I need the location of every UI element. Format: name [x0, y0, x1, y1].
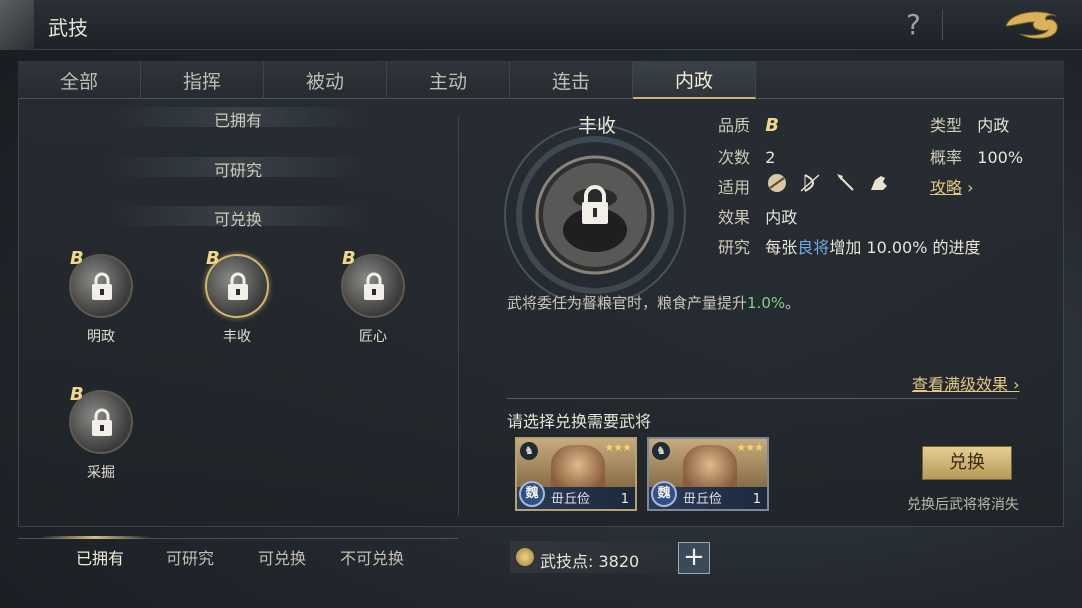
lock-icon — [364, 272, 384, 300]
choose-general-label: 请选择兑换需要武将 — [507, 412, 652, 431]
tab-passive[interactable]: 被动 — [264, 61, 387, 99]
general-card[interactable]: ♞ ★★★ 魏 毌丘俭 1 — [515, 437, 637, 511]
grade-badge: B — [70, 384, 84, 405]
description-text: 武将委任为督粮官时，粮食产量提升 — [507, 294, 748, 312]
lock-icon — [92, 272, 112, 300]
top-bar: 武技 ? — [0, 0, 1082, 50]
rate-label: 概率 — [930, 148, 963, 167]
skill-item[interactable]: B 丰收 — [202, 248, 272, 346]
filter-researchable[interactable]: 可研究 — [166, 545, 214, 569]
skill-name: 匠心 — [359, 329, 387, 345]
tab-active[interactable]: 主动 — [387, 61, 510, 99]
effect-row: 效果 内政 — [718, 204, 797, 228]
bottom-tab-indicator — [40, 536, 150, 539]
tab-combo[interactable]: 连击 — [510, 61, 633, 99]
research-row: 研究 每张良将增加 10.00% 的进度 — [718, 234, 981, 258]
skill-name: 明政 — [87, 329, 115, 345]
skill-name: 丰收 — [223, 329, 251, 345]
lock-icon — [92, 408, 112, 436]
cavalry-icon: ♞ — [652, 442, 670, 460]
full-effect-link[interactable]: 查看满级效果 › — [912, 371, 1020, 395]
tab-all[interactable]: 全部 — [18, 61, 141, 99]
lock-icon — [228, 272, 248, 300]
page-title: 武技 — [48, 16, 88, 40]
points-label: 武技点: — [540, 552, 594, 571]
skill-description: 武将委任为督粮官时，粮食产量提升1.0%。 — [507, 292, 800, 313]
spear-icon — [837, 174, 854, 191]
cavalry-icon: ♞ — [520, 442, 538, 460]
rate-row: 概率 100% — [930, 144, 1023, 168]
quality-label: 品质 — [718, 116, 751, 135]
skill-item[interactable]: B 采掘 — [66, 384, 136, 482]
section-owned: 已拥有 — [108, 107, 368, 130]
general-name: 毌丘俭 — [551, 492, 591, 507]
count-row: 次数 2 — [718, 144, 775, 168]
horse-icon — [871, 176, 887, 190]
tab-command[interactable]: 指挥 — [141, 61, 264, 99]
full-effect-label[interactable]: 查看满级效果 — [912, 375, 1008, 394]
research-highlight: 良将 — [797, 238, 830, 257]
skill-name: 采掘 — [87, 465, 115, 481]
exchange-note: 兑换后武将将消失 — [907, 497, 1019, 513]
applicable-label: 适用 — [718, 178, 751, 197]
strategy-link[interactable]: 攻略 › — [930, 174, 974, 198]
general-name: 毌丘俭 — [683, 492, 723, 507]
skill-item[interactable]: B 明政 — [66, 248, 136, 346]
category-tabs: 全部 指挥 被动 主动 连击 内政 — [18, 61, 1064, 99]
dragon-back-icon[interactable] — [1000, 6, 1064, 44]
applicable-row: 适用 — [718, 174, 750, 198]
research-label: 研究 — [718, 238, 751, 257]
section-exchangeable: 可兑换 — [108, 206, 368, 229]
bow-icon — [800, 174, 820, 192]
star-rating: ★★★ — [604, 441, 632, 454]
general-card[interactable]: ♞ ★★★ 魏 毌丘俭 1 — [647, 437, 769, 511]
skill-item[interactable]: B 匠心 — [338, 248, 408, 346]
section-researchable: 可研究 — [108, 157, 368, 180]
points-row: 武技点: 3820 — [540, 548, 639, 572]
type-value: 内政 — [977, 116, 1010, 135]
tab-domestic[interactable]: 内政 — [633, 61, 756, 99]
count-label: 次数 — [718, 148, 751, 167]
grade-badge: B — [342, 248, 356, 269]
description-end: 。 — [785, 294, 801, 312]
star-rating: ★★★ — [736, 441, 764, 454]
general-level: 1 — [620, 492, 629, 507]
effect-value: 内政 — [765, 208, 798, 227]
divider — [942, 10, 943, 40]
quality-row: 品质 B — [718, 112, 779, 136]
section-divider — [507, 398, 1017, 399]
type-label: 类型 — [930, 116, 963, 135]
type-row: 类型 内政 — [930, 112, 1009, 136]
add-points-button[interactable]: + — [678, 542, 710, 574]
panel-divider — [458, 116, 459, 516]
points-value: 3820 — [598, 552, 640, 571]
research-text-post: 增加 10.00% 的进度 — [829, 238, 981, 257]
count-value: 2 — [765, 148, 776, 167]
shield-icon — [768, 174, 786, 192]
applicable-troops — [768, 174, 887, 192]
rate-value: 100% — [977, 148, 1024, 167]
general-level: 1 — [752, 492, 761, 507]
grade-badge: B — [70, 248, 84, 269]
exchange-button[interactable]: 兑换 — [922, 446, 1012, 480]
faction-badge: 魏 — [651, 481, 677, 507]
filter-owned[interactable]: 已拥有 — [76, 545, 124, 569]
skill-title: 丰收 — [577, 115, 616, 137]
filter-exchangeable[interactable]: 可兑换 — [258, 545, 306, 569]
corner-ornament — [0, 0, 34, 50]
research-text-pre: 每张 — [765, 238, 798, 257]
help-icon[interactable]: ? — [906, 8, 921, 41]
description-value: 1.0% — [747, 294, 786, 312]
grade-badge: B — [206, 248, 220, 269]
faction-badge: 魏 — [519, 481, 545, 507]
strategy-label[interactable]: 攻略 — [930, 178, 962, 197]
coin-icon — [516, 548, 534, 566]
filter-not-exchangeable[interactable]: 不可兑换 — [340, 545, 404, 569]
effect-label: 效果 — [718, 208, 751, 227]
skill-points: 武技点: 3820 — [510, 541, 678, 573]
quality-value: B — [765, 115, 780, 136]
filter-tabs: 已拥有 可研究 可兑换 不可兑换 — [18, 545, 458, 569]
skill-large-emblem — [504, 124, 686, 306]
